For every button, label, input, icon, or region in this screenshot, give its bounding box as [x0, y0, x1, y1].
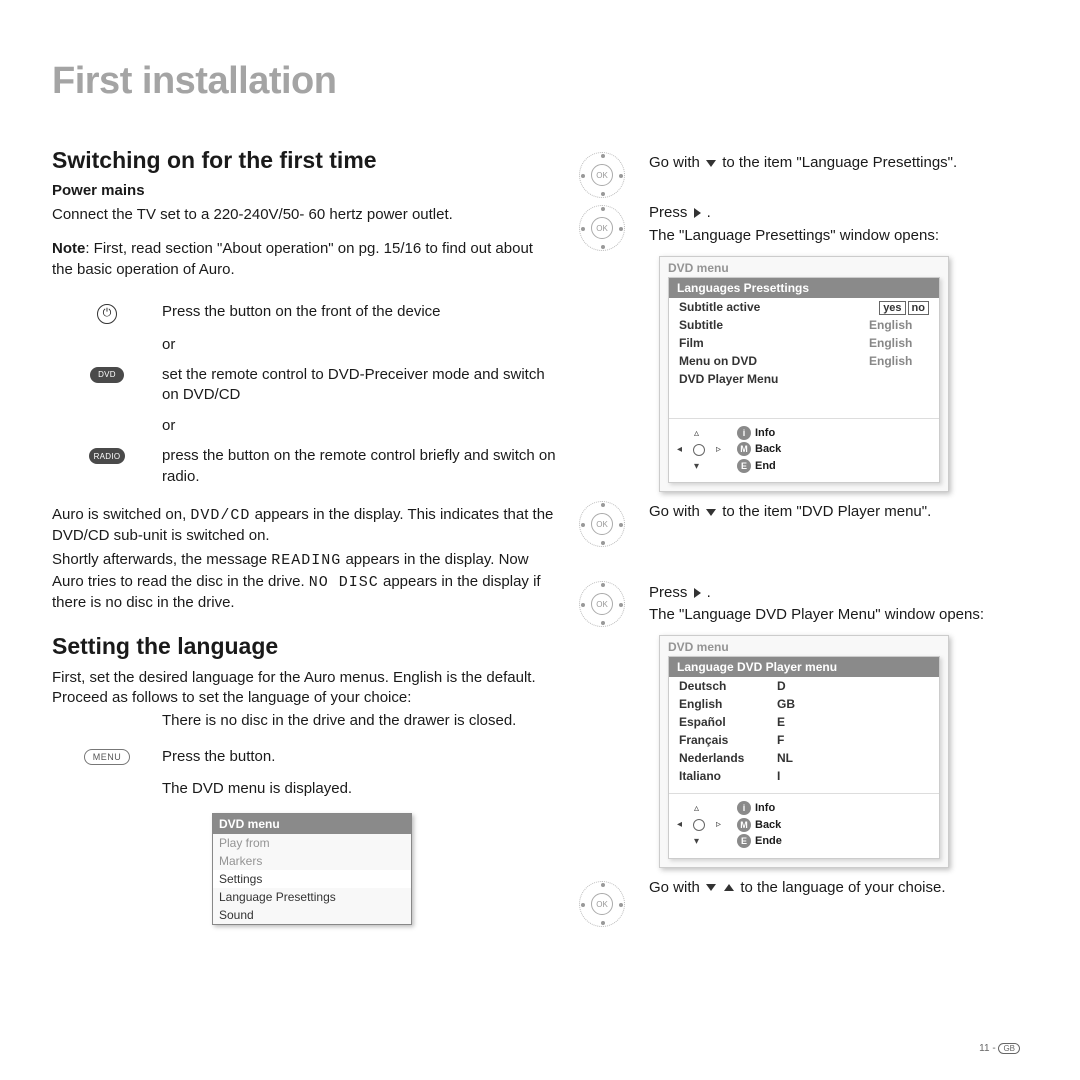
lcd-dvd-cd: DVD/CD — [190, 507, 250, 524]
p-switched: Auro is switched on, DVD/CD appears in t… — [52, 505, 557, 547]
step-press-right-1: Press . — [649, 203, 989, 223]
osd-item-markers: Markers — [213, 852, 411, 870]
osd-lang-option: NederlandsNL — [669, 749, 939, 767]
navpad-icon: ▵▾◂▹ — [679, 430, 719, 470]
section-language: Setting the language — [52, 633, 557, 660]
osd-player-menu: DVD menu Language DVD Player menu Deutsc… — [659, 635, 949, 868]
osd-item-langpre: Language Presettings — [213, 888, 411, 906]
osd-lang-option: EnglishGB — [669, 695, 939, 713]
row-radio-text: press the button on the remote control b… — [162, 446, 557, 487]
p-power: Connect the TV set to a 220-240V/50- 60 … — [52, 205, 557, 225]
osd-dvd-title: DVD menu — [213, 814, 411, 834]
osd-lang-outer: DVD menu — [660, 257, 948, 277]
ok-label: OK — [591, 513, 613, 535]
nav-ring-icon: OK — [579, 152, 625, 198]
ok-label: OK — [591, 217, 613, 239]
osd-dvd-menu: DVD menu Play from Markers Settings Lang… — [212, 813, 412, 925]
radio-pill-icon: RADIO — [89, 448, 126, 464]
osd-item-settings: Settings — [213, 870, 411, 888]
osd-legend: iInfo MBack EEnd — [737, 425, 781, 475]
lcd-nodisc: NO DISC — [309, 574, 379, 591]
down-arrow-icon — [706, 160, 716, 167]
nav-ring-icon: OK — [579, 881, 625, 927]
step-langpre-opens: The "Language Presettings" window opens: — [649, 226, 989, 246]
note-label: Note — [52, 240, 85, 257]
osd-item-sound: Sound — [213, 906, 411, 924]
note: Note: First, read section "About operati… — [52, 239, 557, 280]
osd-lang-row: DVD Player Menu — [669, 370, 939, 388]
osd-lang-title: Languages Presettings — [669, 278, 939, 298]
left-column: Switching on for the first time Power ma… — [52, 147, 557, 925]
right-arrow-icon — [694, 588, 701, 598]
navpad-icon: ▵▾◂▹ — [679, 805, 719, 845]
step-playermenu-opens: The "Language DVD Player Menu" window op… — [649, 605, 989, 625]
page-title: First installation — [52, 60, 1020, 103]
or-2: or — [162, 417, 557, 434]
osd-lang-row: Menu on DVDEnglish — [669, 352, 939, 370]
step-go-choose-lang: Go with to the language of your choise. — [649, 878, 989, 898]
up-arrow-icon — [724, 884, 734, 891]
right-arrow-icon — [694, 208, 701, 218]
down-arrow-icon — [706, 884, 716, 891]
subsection-power: Power mains — [52, 182, 557, 199]
p-reading: Shortly afterwards, the message READING … — [52, 550, 557, 613]
right-column: Go with to the item "Language Presetting… — [649, 147, 989, 925]
page-number: 11 - — [979, 1043, 996, 1054]
menu-button-icon: MENU — [84, 749, 131, 765]
nav-ring-icon: OK — [579, 501, 625, 547]
osd-lang-row: SubtitleEnglish — [669, 316, 939, 334]
ok-label: OK — [591, 593, 613, 615]
power-icon: ⏻ — [97, 304, 117, 324]
nav-ring-icon: OK — [579, 581, 625, 627]
p-dvd-shown: The DVD menu is displayed. — [162, 779, 557, 799]
p-lang-intro: First, set the desired language for the … — [52, 668, 557, 709]
page-footer: 11 - GB — [979, 1043, 1020, 1054]
ok-label: OK — [591, 893, 613, 915]
nav-ring-icon: OK — [579, 205, 625, 251]
osd-lang-option: ItalianoI — [669, 767, 939, 785]
row-menu-text: Press the button. — [162, 747, 557, 767]
row-power-text: Press the button on the front of the dev… — [162, 302, 557, 322]
step-go-langpre: Go with to the item "Language Presetting… — [649, 153, 989, 173]
yes-box: yes — [879, 301, 905, 315]
osd-lang-presettings: DVD menu Languages Presettings Subtitle … — [659, 256, 949, 493]
no-box: no — [908, 301, 929, 315]
p-read-1: Shortly afterwards, the message — [52, 551, 271, 568]
down-arrow-icon — [706, 509, 716, 516]
ok-label: OK — [591, 164, 613, 186]
note-text: : First, read section "About operation" … — [52, 240, 533, 277]
lcd-reading: READING — [271, 552, 341, 569]
osd-legend: iInfo MBack EEnde — [737, 800, 782, 850]
osd-player-outer: DVD menu — [660, 636, 948, 656]
or-1: or — [162, 336, 557, 353]
osd-item-playfrom: Play from — [213, 834, 411, 852]
row-dvd-text: set the remote control to DVD-Preceiver … — [162, 365, 557, 406]
icon-strip: OK OK OK OK OK — [557, 147, 649, 925]
dvd-pill-icon: DVD — [90, 367, 124, 383]
section-switching: Switching on for the first time — [52, 147, 557, 174]
p-switched-1: Auro is switched on, — [52, 506, 190, 523]
p-lang-precond: There is no disc in the drive and the dr… — [162, 711, 557, 731]
osd-lang-row: FilmEnglish — [669, 334, 939, 352]
step-go-playermenu: Go with to the item "DVD Player menu". — [649, 502, 989, 522]
osd-lang-option: FrançaisF — [669, 731, 939, 749]
osd-lang-option: EspañolE — [669, 713, 939, 731]
osd-lang-row: Subtitle active yesno — [669, 298, 939, 316]
osd-lang-option: DeutschD — [669, 677, 939, 695]
region-badge: GB — [998, 1043, 1020, 1054]
osd-player-title: Language DVD Player menu — [669, 657, 939, 677]
step-press-right-2: Press . — [649, 583, 989, 603]
